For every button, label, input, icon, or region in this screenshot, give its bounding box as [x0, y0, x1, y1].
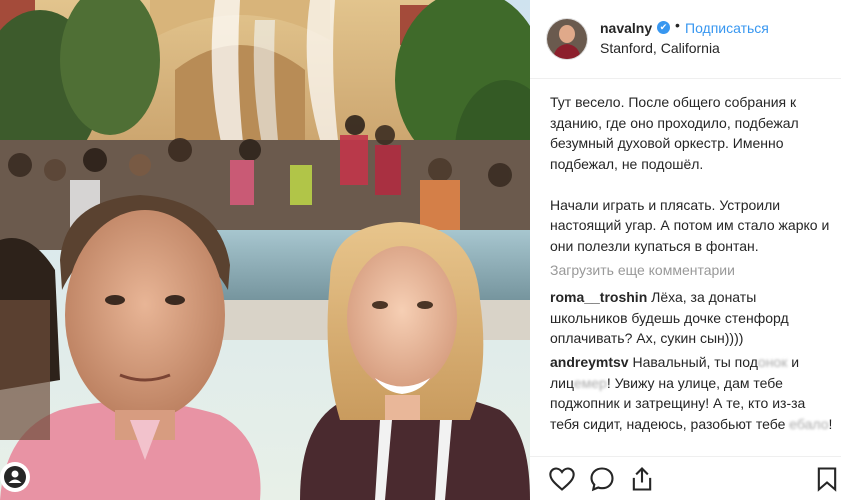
- post-photo: [0, 0, 530, 500]
- heart-icon[interactable]: [548, 465, 576, 493]
- comment-item: andreymtsv Навальный, ты подонок и лицем…: [550, 352, 835, 434]
- follow-button[interactable]: Подписаться: [685, 20, 769, 36]
- comment-username[interactable]: andreymtsv: [550, 354, 629, 370]
- verified-badge-icon: ✔: [657, 21, 670, 34]
- avatar[interactable]: [546, 18, 588, 60]
- load-more-comments-button[interactable]: Загрузить еще комментарии: [550, 262, 735, 278]
- comment-text: Навальный, ты под: [632, 354, 758, 370]
- post-header: navalny ✔ • Подписаться Stanford, Califo…: [530, 0, 841, 79]
- comment-item: roma__troshin Лёха, за донаты школьников…: [550, 287, 835, 349]
- post-side-panel: navalny ✔ • Подписаться Stanford, Califo…: [530, 0, 841, 500]
- tagged-user-icon[interactable]: [0, 462, 30, 492]
- post-caption: Тут весело. После общего собрания к здан…: [550, 94, 830, 254]
- comment-text: !: [828, 415, 833, 432]
- username-link[interactable]: navalny: [600, 20, 652, 36]
- action-bar: [530, 456, 841, 501]
- selfie-fountain-image: [0, 0, 530, 500]
- bookmark-icon[interactable]: [813, 465, 841, 493]
- comment-bubble-icon[interactable]: [588, 465, 616, 493]
- comment-username[interactable]: roma__troshin: [550, 289, 647, 305]
- censored-text: емер: [573, 374, 607, 391]
- location-link[interactable]: Stanford, California: [600, 40, 720, 56]
- censored-text: онок: [757, 354, 788, 370]
- separator-dot: •: [675, 17, 680, 33]
- censored-text: ебало: [789, 415, 829, 432]
- share-icon[interactable]: [628, 465, 656, 493]
